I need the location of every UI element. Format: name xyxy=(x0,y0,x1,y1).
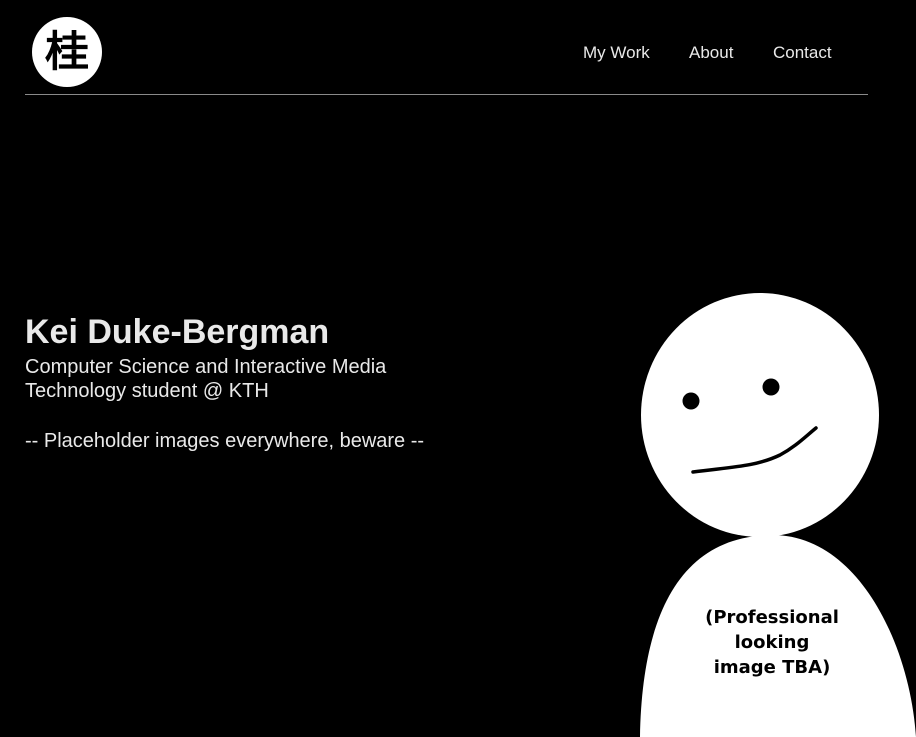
logo[interactable]: 桂 xyxy=(32,17,102,87)
placeholder-note: -- Placeholder images everywhere, beware… xyxy=(25,430,425,452)
page-title: Kei Duke-Bergman xyxy=(25,313,330,351)
figure-left-eye xyxy=(682,392,700,410)
nav-link-about[interactable]: About xyxy=(689,43,733,63)
nav-link-contact[interactable]: Contact xyxy=(773,43,832,63)
hero-subtitle: Computer Science and Interactive Media T… xyxy=(25,356,387,402)
nav-link-my-work[interactable]: My Work xyxy=(583,43,650,63)
figure-right-eye xyxy=(762,378,780,396)
placeholder-portrait: (Professional looking image TBA) xyxy=(630,285,916,737)
logo-glyph: 桂 xyxy=(44,27,90,76)
header-divider xyxy=(25,94,868,95)
figure-head xyxy=(641,293,879,537)
portrait-caption: (Professional looking image TBA) xyxy=(705,607,839,678)
